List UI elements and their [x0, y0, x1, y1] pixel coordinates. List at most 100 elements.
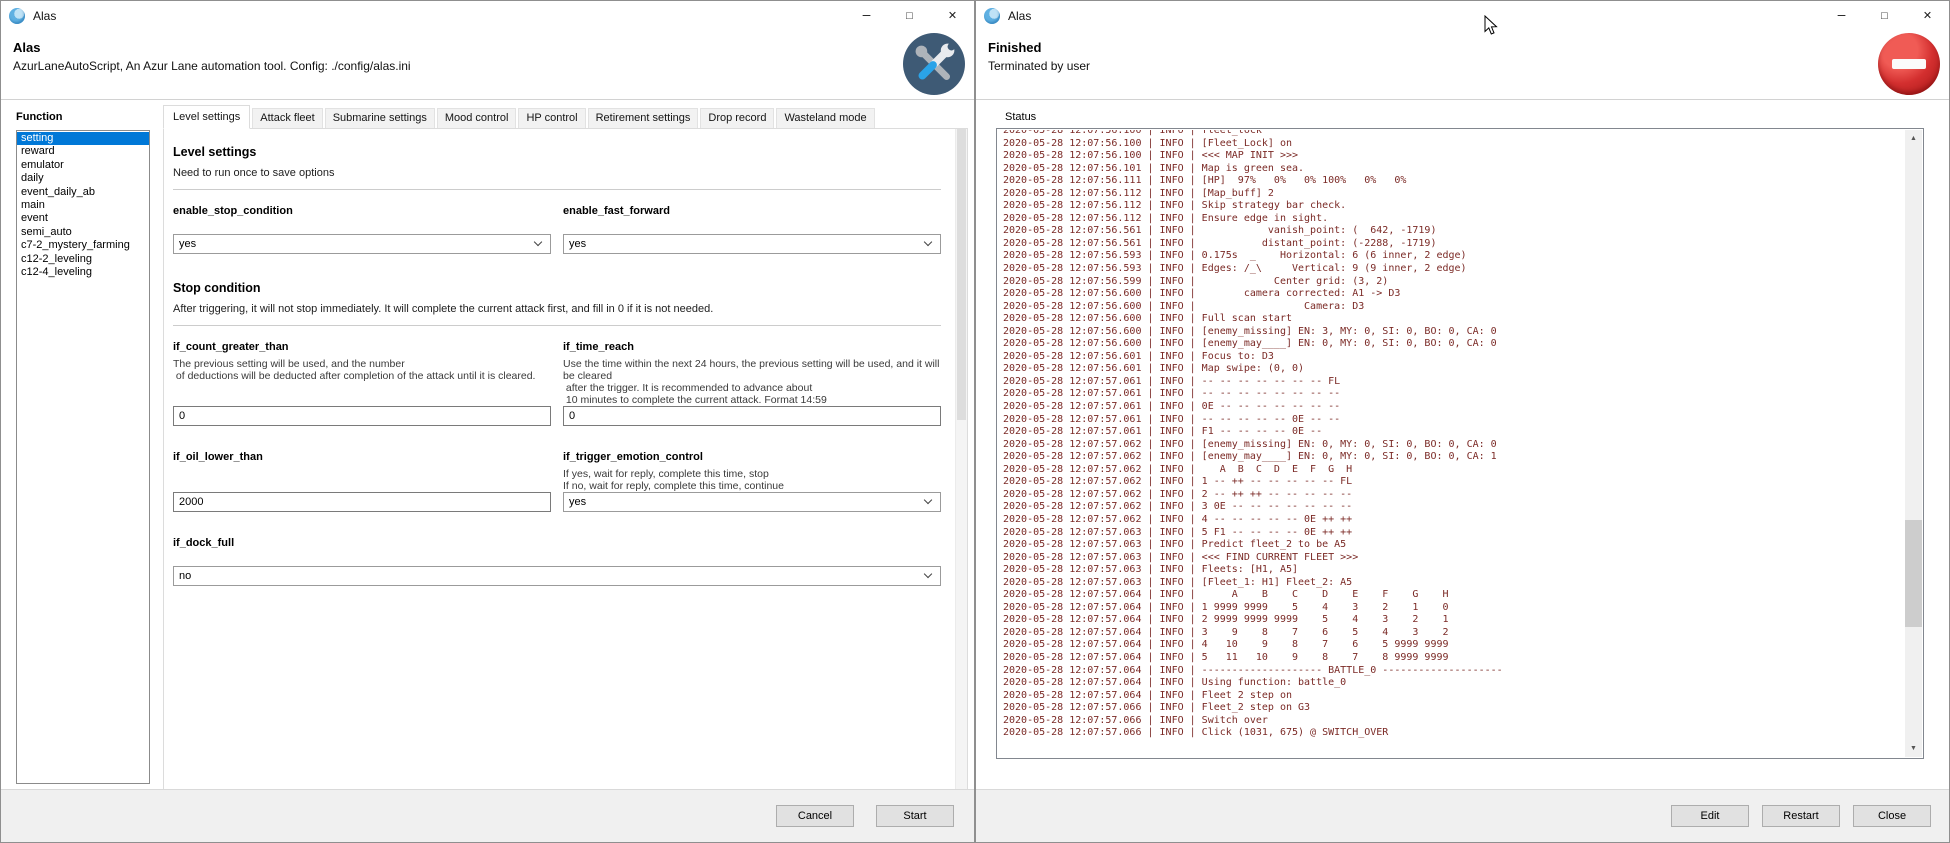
minimize-button[interactable]: –: [845, 1, 888, 31]
page-subtitle: AzurLaneAutoScript, An Azur Lane automat…: [13, 59, 962, 73]
sidebar-item-daily[interactable]: daily: [17, 172, 149, 185]
minimize-icon: –: [1838, 7, 1846, 21]
tab-drop-record[interactable]: Drop record: [700, 108, 774, 128]
field-if-dock-full: if_dock_fullno: [173, 537, 941, 586]
log-line: 2020-05-28 12:07:57.062 | INFO | 4 -- --…: [1003, 514, 1904, 527]
alas-app-icon: [9, 8, 25, 24]
run-status-title: Finished: [988, 40, 1937, 55]
window-title: Alas: [33, 9, 56, 23]
log-line: 2020-05-28 12:07:56.600 | INFO | Full sc…: [1003, 313, 1904, 326]
log-line: 2020-05-28 12:07:56.593 | INFO | Edges: …: [1003, 263, 1904, 276]
log-line: 2020-05-28 12:07:57.064 | INFO | Fleet 2…: [1003, 690, 1904, 703]
log-line: 2020-05-28 12:07:56.600 | INFO | [enemy_…: [1003, 338, 1904, 351]
settings-scrollbar[interactable]: [955, 129, 967, 790]
if-dock-full-value: no: [179, 570, 191, 582]
sidebar-item-c7-2-mystery-farming[interactable]: c7-2_mystery_farming: [17, 239, 149, 252]
sidebar-item-main[interactable]: main: [17, 199, 149, 212]
tab-hp-control[interactable]: HP control: [518, 108, 585, 128]
log-line: 2020-05-28 12:07:57.064 | INFO | 1 9999 …: [1003, 602, 1904, 615]
if-trigger-emotion-control-select[interactable]: yes: [563, 492, 941, 512]
log-line: 2020-05-28 12:07:57.063 | INFO | <<< FIN…: [1003, 552, 1904, 565]
log-line: 2020-05-28 12:07:57.061 | INFO | -- -- -…: [1003, 414, 1904, 427]
alas-app-icon: [984, 8, 1000, 24]
tab-level-settings[interactable]: Level settings: [163, 105, 250, 129]
enable-stop-condition-label: enable_stop_condition: [173, 205, 551, 217]
sidebar-item-event[interactable]: event: [17, 212, 149, 225]
sidebar-item-event-daily-ab[interactable]: event_daily_ab: [17, 186, 149, 199]
tab-wasteland-mode[interactable]: Wasteland mode: [776, 108, 874, 128]
function-label: Function: [16, 111, 62, 123]
log-line: 2020-05-28 12:07:56.100 | INFO | fleet_l…: [1003, 130, 1904, 138]
enable-fast-forward-value: yes: [569, 238, 586, 250]
if-dock-full-select[interactable]: no: [173, 566, 941, 586]
function-list[interactable]: settingrewardemulatordailyevent_daily_ab…: [16, 130, 150, 784]
log-line: 2020-05-28 12:07:56.600 | INFO | [enemy_…: [1003, 326, 1904, 339]
log-line: 2020-05-28 12:07:56.601 | INFO | Map swi…: [1003, 363, 1904, 376]
sidebar-item-setting[interactable]: setting: [17, 132, 149, 145]
chevron-down-icon: [534, 238, 542, 246]
if-count-greater-than-input[interactable]: 0: [173, 406, 551, 426]
footer-buttons: Edit Restart Close: [1671, 805, 1931, 827]
log-line: 2020-05-28 12:07:57.062 | INFO | 3 0E --…: [1003, 501, 1904, 514]
maximize-button[interactable]: □: [888, 1, 931, 31]
settings-form: Level settingsNeed to run once to save o…: [164, 145, 967, 586]
sidebar-item-emulator[interactable]: emulator: [17, 159, 149, 172]
status-log-box: 2020-05-28 12:07:56.100 | INFO | fleet_l…: [996, 128, 1924, 759]
tab-retirement-settings[interactable]: Retirement settings: [588, 108, 699, 128]
close-button[interactable]: Close: [1853, 805, 1931, 827]
run-status-subtitle: Terminated by user: [988, 59, 1937, 73]
log-line: 2020-05-28 12:07:57.064 | INFO | 4 10 9 …: [1003, 639, 1904, 652]
scrollbar-thumb[interactable]: [957, 129, 966, 420]
restart-button[interactable]: Restart: [1762, 805, 1840, 827]
log-line: 2020-05-28 12:07:56.112 | INFO | [Map_bu…: [1003, 188, 1904, 201]
log-scrollbar[interactable]: ▲ ▼: [1905, 130, 1922, 757]
log-line: 2020-05-28 12:07:57.061 | INFO | 0E -- -…: [1003, 401, 1904, 414]
tab-bar: Level settingsAttack fleetSubmarine sett…: [163, 103, 966, 128]
log-line: 2020-05-28 12:07:56.600 | INFO | camera …: [1003, 288, 1904, 301]
log-line: 2020-05-28 12:07:57.063 | INFO | 5 F1 --…: [1003, 527, 1904, 540]
log-line: 2020-05-28 12:07:57.063 | INFO | [Fleet_…: [1003, 577, 1904, 590]
log-line: 2020-05-28 12:07:57.066 | INFO | Switch …: [1003, 715, 1904, 728]
tab-mood-control[interactable]: Mood control: [437, 108, 517, 128]
log-line: 2020-05-28 12:07:56.111 | INFO | [HP] 97…: [1003, 175, 1904, 188]
log-line: 2020-05-28 12:07:57.062 | INFO | 2 -- ++…: [1003, 489, 1904, 502]
minimize-button[interactable]: –: [1820, 1, 1863, 31]
tools-icon: [903, 33, 965, 95]
enable-fast-forward-select[interactable]: yes: [563, 234, 941, 254]
field-if-trigger-emotion-control: if_trigger_emotion_controlIf yes, wait f…: [563, 451, 941, 512]
scroll-down-icon[interactable]: ▼: [1905, 740, 1922, 757]
edit-button[interactable]: Edit: [1671, 805, 1749, 827]
log-line: 2020-05-28 12:07:56.100 | INFO | [Fleet_…: [1003, 138, 1904, 151]
chevron-down-icon: [924, 238, 932, 246]
maximize-button[interactable]: □: [1863, 1, 1906, 31]
window-title: Alas: [1008, 9, 1031, 23]
caption-buttons: – □ ✕: [1820, 1, 1949, 31]
if-oil-lower-than-input[interactable]: 2000: [173, 492, 551, 512]
sidebar-item-c12-4-leveling[interactable]: c12-4_leveling: [17, 266, 149, 279]
tab-submarine-settings[interactable]: Submarine settings: [325, 108, 435, 128]
cancel-button[interactable]: Cancel: [776, 805, 854, 827]
start-button[interactable]: Start: [876, 805, 954, 827]
desktop: { "colors": { "accent": "#0078d7", "sele…: [0, 0, 1950, 843]
if-time-reach-input[interactable]: 0: [563, 406, 941, 426]
chevron-down-icon: [924, 570, 932, 578]
log-line: 2020-05-28 12:07:56.101 | INFO | Map is …: [1003, 163, 1904, 176]
enable-stop-condition-select[interactable]: yes: [173, 234, 551, 254]
status-log[interactable]: 2020-05-28 12:07:56.100 | INFO | fleet_l…: [999, 130, 1904, 757]
titlebar[interactable]: Alas – □ ✕: [1, 1, 974, 31]
sidebar-item-semi-auto[interactable]: semi_auto: [17, 226, 149, 239]
log-line: 2020-05-28 12:07:57.064 | INFO | Using f…: [1003, 677, 1904, 690]
titlebar[interactable]: Alas – □ ✕: [976, 1, 1949, 31]
sidebar-item-c12-2-leveling[interactable]: c12-2_leveling: [17, 253, 149, 266]
scrollbar-thumb[interactable]: [1905, 520, 1922, 627]
enable-fast-forward-label: enable_fast_forward: [563, 205, 941, 217]
log-line: 2020-05-28 12:07:56.112 | INFO | Skip st…: [1003, 200, 1904, 213]
close-button[interactable]: ✕: [931, 1, 974, 31]
if-count-greater-than-label: if_count_greater_than: [173, 341, 551, 353]
log-line: 2020-05-28 12:07:57.062 | INFO | [enemy_…: [1003, 439, 1904, 452]
close-button[interactable]: ✕: [1906, 1, 1949, 31]
scroll-up-icon[interactable]: ▲: [1905, 130, 1922, 147]
sidebar-item-reward[interactable]: reward: [17, 145, 149, 158]
status-label: Status: [1005, 111, 1036, 123]
tab-attack-fleet[interactable]: Attack fleet: [252, 108, 322, 128]
